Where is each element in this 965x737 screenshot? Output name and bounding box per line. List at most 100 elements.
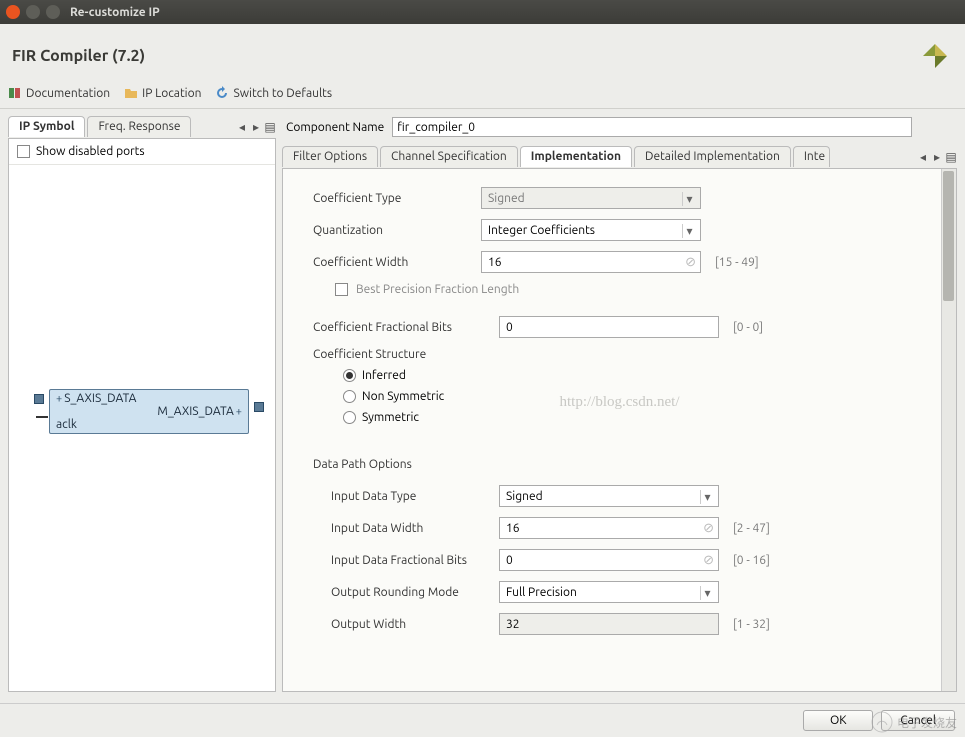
- site-watermark-icon: 电子发烧友: [871, 711, 957, 733]
- input-data-width-range: [2 - 47]: [733, 522, 770, 535]
- coefficient-type-combo: Signed ▾: [481, 187, 701, 209]
- book-icon: [8, 86, 22, 100]
- tab-interface[interactable]: Inte: [793, 146, 830, 167]
- implementation-form: Coefficient Type Signed ▾ Quantization I…: [282, 169, 957, 692]
- left-panel: IP Symbol Freq. Response ◂ ▸ ▤ Show disa…: [8, 115, 276, 692]
- switch-defaults-link[interactable]: Switch to Defaults: [215, 86, 332, 100]
- chevron-down-icon[interactable]: ▾: [700, 490, 714, 504]
- tab-filter-options[interactable]: Filter Options: [282, 146, 378, 167]
- folder-icon: [124, 86, 138, 100]
- output-rounding-combo[interactable]: Full Precision ▾: [499, 581, 719, 603]
- radio-icon[interactable]: [343, 411, 356, 424]
- m-axis-label: M_AXIS_DATA: [157, 405, 233, 418]
- s-axis-label: S_AXIS_DATA: [64, 392, 136, 405]
- coefficient-structure-label: Coefficient Structure: [313, 348, 932, 361]
- output-width-range: [1 - 32]: [733, 618, 770, 631]
- radio-inferred[interactable]: Inferred: [343, 369, 932, 382]
- config-tabstrip: Filter Options Channel Specification Imp…: [282, 145, 957, 169]
- tab-nav-next-icon[interactable]: ▸: [931, 150, 943, 164]
- input-data-frac-bits-input[interactable]: 0 ⊘: [499, 549, 719, 571]
- s-axis-port: [34, 394, 44, 404]
- aclk-port: [36, 416, 48, 418]
- radio-symmetric[interactable]: Symmetric: [343, 411, 932, 424]
- component-name-row: Component Name: [282, 115, 957, 145]
- close-icon[interactable]: [6, 5, 20, 19]
- coeff-frac-bits-value: 0: [506, 321, 513, 334]
- radio-icon[interactable]: [343, 390, 356, 403]
- checkbox-icon[interactable]: [17, 145, 30, 158]
- ip-symbol-canvas: Show disabled ports +S_AXIS_DATA M_AXIS_…: [8, 139, 276, 692]
- ip-block-diagram: +S_AXIS_DATA M_AXIS_DATA+ aclk: [49, 389, 249, 434]
- input-data-frac-bits-value: 0: [506, 554, 513, 567]
- tab-channel-specification[interactable]: Channel Specification: [380, 146, 518, 167]
- clear-icon[interactable]: ⊘: [703, 521, 714, 536]
- radio-non-symmetric[interactable]: Non Symmetric: [343, 390, 932, 403]
- expand-icon[interactable]: +: [56, 393, 62, 405]
- chevron-down-icon[interactable]: ▾: [700, 586, 714, 600]
- tab-nav-prev-icon[interactable]: ◂: [917, 150, 929, 164]
- input-data-frac-bits-range: [0 - 16]: [733, 554, 770, 567]
- ip-block: +S_AXIS_DATA M_AXIS_DATA+ aclk: [49, 389, 249, 434]
- tab-ip-symbol[interactable]: IP Symbol: [8, 116, 85, 137]
- clear-icon[interactable]: ⊘: [685, 255, 696, 270]
- tab-menu-icon[interactable]: ▤: [945, 150, 957, 164]
- symmetric-label: Symmetric: [362, 411, 419, 424]
- quantization-combo[interactable]: Integer Coefficients ▾: [481, 219, 701, 241]
- non-symmetric-label: Non Symmetric: [362, 390, 444, 403]
- toolbar: Documentation IP Location Switch to Defa…: [0, 80, 965, 109]
- port-icon: [254, 402, 264, 412]
- tab-menu-icon[interactable]: ▤: [264, 120, 276, 134]
- tab-nav-next-icon[interactable]: ▸: [250, 120, 262, 134]
- ip-location-link[interactable]: IP Location: [124, 86, 201, 100]
- minimize-icon[interactable]: [26, 5, 40, 19]
- maximize-icon[interactable]: [46, 5, 60, 19]
- tab-detailed-implementation[interactable]: Detailed Implementation: [634, 146, 791, 167]
- coefficient-width-input[interactable]: 16 ⊘: [481, 251, 701, 273]
- coeff-frac-bits-range: [0 - 0]: [733, 321, 763, 334]
- coefficient-type-value: Signed: [488, 192, 525, 205]
- best-precision-checkbox[interactable]: [335, 283, 348, 296]
- component-name-input[interactable]: [392, 117, 912, 137]
- output-rounding-value: Full Precision: [506, 586, 577, 599]
- documentation-label: Documentation: [26, 87, 110, 100]
- component-name-label: Component Name: [286, 121, 384, 134]
- coefficient-type-label: Coefficient Type: [313, 192, 473, 205]
- quantization-label: Quantization: [313, 224, 473, 237]
- expand-icon[interactable]: +: [236, 406, 242, 418]
- show-disabled-ports-row[interactable]: Show disabled ports: [9, 139, 275, 165]
- chevron-down-icon[interactable]: ▾: [682, 224, 696, 238]
- ok-button[interactable]: OK: [803, 710, 873, 731]
- clear-icon[interactable]: ⊘: [703, 553, 714, 568]
- output-width-input: 32: [499, 613, 719, 635]
- chevron-down-icon: ▾: [682, 192, 696, 206]
- port-icon: [34, 394, 44, 404]
- radio-icon[interactable]: [343, 369, 356, 382]
- left-tabstrip: IP Symbol Freq. Response ◂ ▸ ▤: [8, 115, 276, 139]
- tab-freq-response[interactable]: Freq. Response: [87, 116, 191, 137]
- dialog-title: FIR Compiler (7.2): [12, 47, 145, 65]
- input-data-type-label: Input Data Type: [313, 490, 491, 503]
- output-rounding-label: Output Rounding Mode: [313, 586, 491, 599]
- tab-implementation[interactable]: Implementation: [520, 146, 632, 167]
- dialog-footer: OK Cancel: [0, 703, 965, 737]
- scrollbar-thumb[interactable]: [943, 171, 954, 301]
- coefficient-width-range: [15 - 49]: [715, 256, 759, 269]
- input-data-width-input[interactable]: 16 ⊘: [499, 517, 719, 539]
- input-data-type-value: Signed: [506, 490, 543, 503]
- aclk-label: aclk: [56, 418, 242, 431]
- documentation-link[interactable]: Documentation: [8, 86, 110, 100]
- title-bar: Re-customize IP: [0, 0, 965, 24]
- coeff-frac-bits-label: Coefficient Fractional Bits: [313, 321, 491, 334]
- refresh-icon: [215, 86, 229, 100]
- input-data-type-combo[interactable]: Signed ▾: [499, 485, 719, 507]
- input-data-width-label: Input Data Width: [313, 522, 491, 535]
- scrollbar[interactable]: [941, 169, 956, 691]
- xilinx-logo-icon: [917, 38, 953, 74]
- output-width-value: 32: [506, 618, 520, 631]
- coeff-frac-bits-input[interactable]: 0: [499, 316, 719, 338]
- input-data-frac-bits-label: Input Data Fractional Bits: [313, 554, 491, 567]
- tab-nav-prev-icon[interactable]: ◂: [236, 120, 248, 134]
- data-path-options-label: Data Path Options: [313, 458, 932, 471]
- window-title: Re-customize IP: [70, 6, 160, 19]
- output-width-label: Output Width: [313, 618, 491, 631]
